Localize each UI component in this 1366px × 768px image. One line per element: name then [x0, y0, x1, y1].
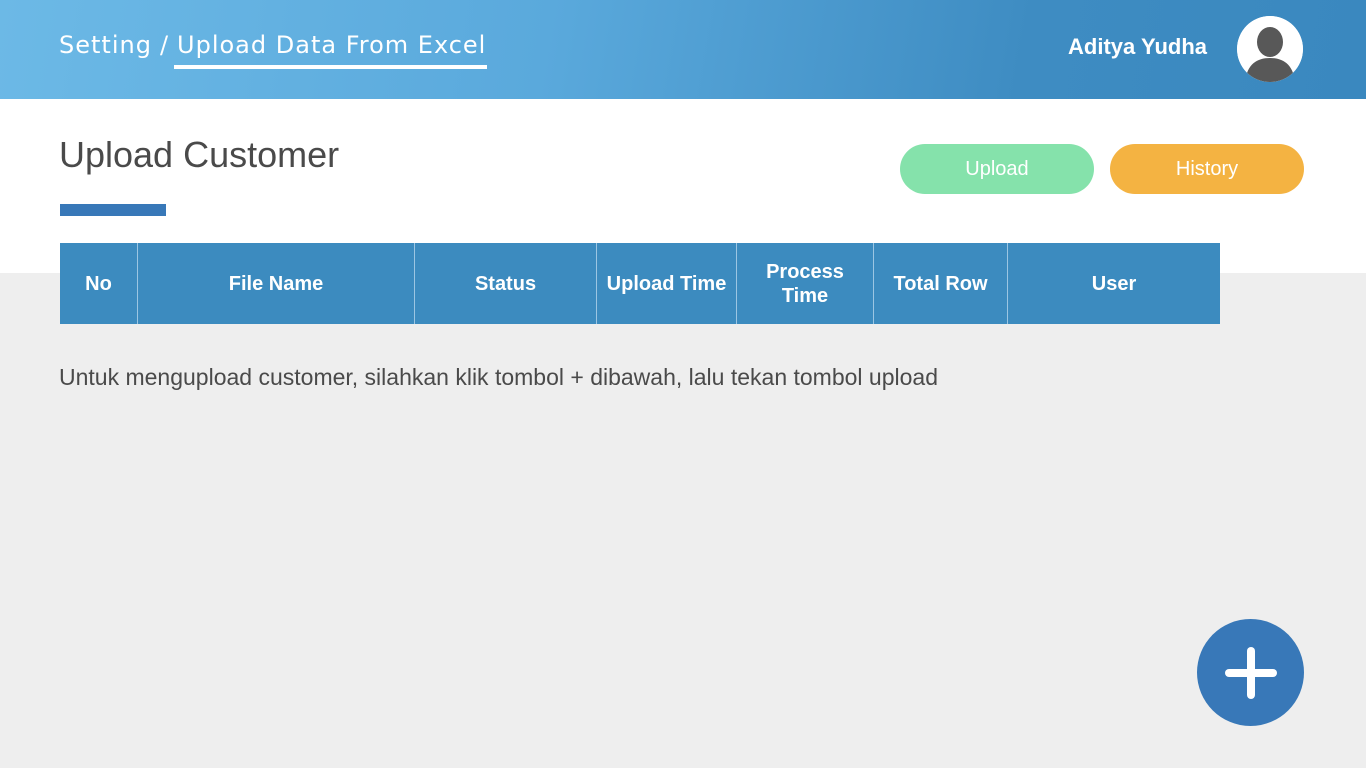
column-header-upload-time: Upload Time: [597, 243, 737, 324]
column-header-no: No: [60, 243, 138, 324]
plus-icon: [1224, 646, 1277, 699]
upload-instructions: Untuk mengupload customer, silahkan klik…: [59, 364, 938, 390]
column-header-status: Status: [415, 243, 597, 324]
breadcrumb: Setting / Upload Data From Excel: [59, 30, 488, 69]
breadcrumb-setting-link[interactable]: Setting: [59, 31, 152, 59]
user-avatar-icon[interactable]: [1237, 16, 1303, 82]
page-title: Upload Customer: [59, 134, 340, 175]
column-header-process-time: Process Time: [737, 243, 874, 324]
history-button[interactable]: History: [1110, 144, 1304, 194]
column-header-file-name: File Name: [138, 243, 415, 324]
user-name[interactable]: Aditya Yudha: [1068, 34, 1207, 60]
breadcrumb-current-page: Upload Data From Excel: [174, 31, 488, 69]
top-header: Setting / Upload Data From Excel Aditya …: [0, 0, 1366, 99]
table-header: No File Name Status Upload Time Process …: [60, 243, 1220, 324]
column-header-user: User: [1091, 272, 1137, 295]
column-header-total-row: Total Row: [874, 243, 1008, 324]
breadcrumb-separator: /: [159, 31, 170, 59]
upload-button[interactable]: Upload: [900, 144, 1094, 194]
title-underline: [60, 204, 166, 216]
add-file-button[interactable]: [1197, 619, 1304, 726]
